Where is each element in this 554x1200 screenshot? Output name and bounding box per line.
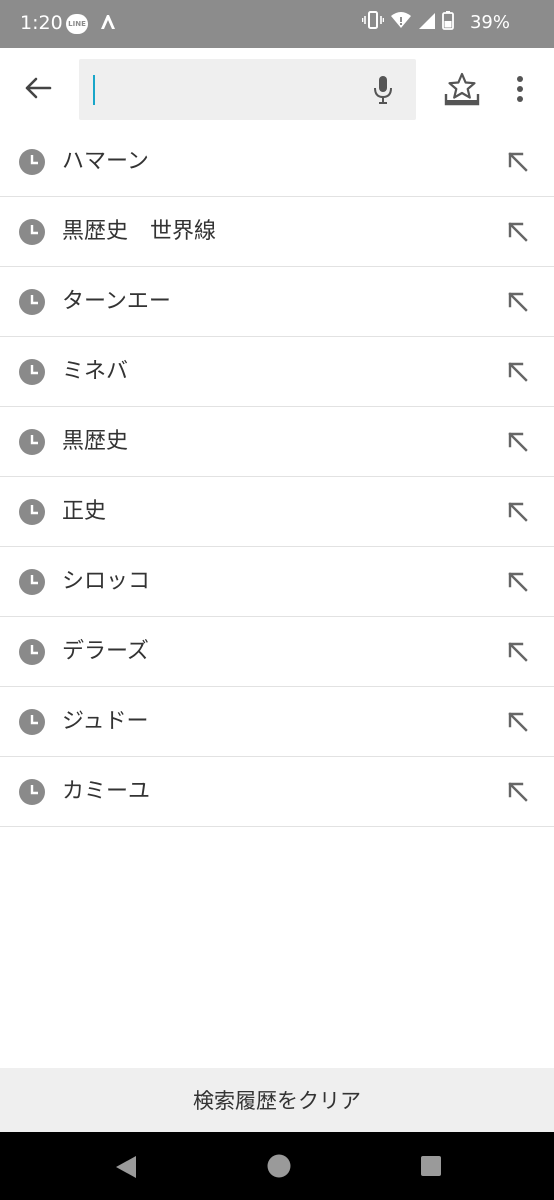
signal-icon — [418, 10, 436, 34]
history-item[interactable]: シロッコ — [0, 547, 554, 617]
clock-icon — [19, 289, 45, 315]
arrow-up-left-icon — [508, 432, 528, 452]
status-notification-icons: LINE — [66, 12, 118, 36]
history-item[interactable]: ミネバ — [0, 337, 554, 407]
history-item-label: 正史 — [62, 499, 107, 524]
clock-icon — [19, 149, 45, 175]
search-toolbar — [0, 48, 554, 126]
app-icon — [98, 12, 118, 36]
history-item-label: カミーユ — [62, 779, 151, 804]
history-item-label: ターンエー — [62, 289, 171, 314]
clock-icon — [19, 219, 45, 245]
nav-back-icon — [116, 1156, 136, 1178]
fill-query-button[interactable] — [502, 286, 534, 318]
clock-icon — [19, 569, 45, 595]
history-item-label: デラーズ — [62, 639, 149, 664]
arrow-up-left-icon — [508, 292, 528, 312]
nav-recents-icon — [421, 1156, 441, 1176]
clock-icon — [19, 359, 45, 385]
search-input[interactable] — [91, 73, 365, 109]
voice-search-button[interactable] — [370, 73, 396, 107]
battery-percent: 39% — [469, 12, 510, 33]
fill-query-button[interactable] — [502, 496, 534, 528]
arrow-up-left-icon — [508, 502, 528, 522]
history-item[interactable]: 黒歴史 — [0, 407, 554, 477]
line-icon: LINE — [66, 14, 88, 34]
history-item-label: ハマーン — [62, 149, 149, 174]
more-options-button[interactable] — [506, 70, 534, 108]
nav-back-button[interactable] — [114, 1154, 138, 1184]
arrow-up-left-icon — [508, 642, 528, 662]
history-item[interactable]: ターンエー — [0, 267, 554, 337]
system-nav-bar — [0, 1132, 554, 1200]
nav-home-button[interactable] — [267, 1154, 291, 1182]
nav-home-icon — [267, 1154, 291, 1178]
vibrate-icon — [361, 10, 385, 34]
clock-icon — [19, 709, 45, 735]
more-vert-icon — [517, 76, 523, 102]
history-item[interactable]: ハマーン — [0, 127, 554, 197]
arrow-up-left-icon — [508, 782, 528, 802]
status-system-icons — [361, 10, 454, 34]
back-button[interactable] — [18, 69, 58, 107]
clock-icon — [19, 499, 45, 525]
back-arrow-icon — [25, 77, 52, 99]
arrow-up-left-icon — [508, 572, 528, 592]
search-box[interactable] — [79, 59, 416, 120]
status-time: 1:20 — [20, 12, 63, 34]
fill-query-button[interactable] — [502, 146, 534, 178]
history-item[interactable]: 正史 — [0, 477, 554, 547]
fill-query-button[interactable] — [502, 356, 534, 388]
clear-history-button[interactable]: 検索履歴をクリア — [0, 1068, 554, 1132]
history-item-label: 黒歴史 — [62, 429, 129, 454]
battery-icon — [442, 10, 454, 34]
history-item-label: ジュドー — [62, 709, 149, 734]
wifi-icon — [390, 10, 412, 34]
mic-icon — [374, 76, 392, 104]
fill-query-button[interactable] — [502, 706, 534, 738]
fill-query-button[interactable] — [502, 636, 534, 668]
fill-query-button[interactable] — [502, 426, 534, 458]
arrow-up-left-icon — [508, 152, 528, 172]
nav-recents-button[interactable] — [420, 1155, 442, 1181]
status-bar: 1:20 LINE 39% — [0, 0, 554, 48]
fill-query-button[interactable] — [502, 566, 534, 598]
clock-icon — [19, 639, 45, 665]
history-item-label: シロッコ — [62, 569, 151, 594]
arrow-up-left-icon — [508, 712, 528, 732]
arrow-up-left-icon — [508, 222, 528, 242]
history-item[interactable]: デラーズ — [0, 617, 554, 687]
arrow-up-left-icon — [508, 362, 528, 382]
clock-icon — [19, 779, 45, 805]
fill-query-button[interactable] — [502, 776, 534, 808]
search-history-list: ハマーン 黒歴史 世界線 ターンエー ミネバ 黒歴史 正史 シロッコ デラーズ — [0, 127, 554, 827]
bookmark-star-icon — [444, 72, 480, 106]
history-item-label: ミネバ — [62, 359, 129, 384]
text-caret — [93, 75, 95, 105]
history-item[interactable]: ジュドー — [0, 687, 554, 757]
history-item-label: 黒歴史 世界線 — [62, 219, 217, 244]
bookmark-button[interactable] — [440, 70, 484, 108]
history-item[interactable]: カミーユ — [0, 757, 554, 827]
history-item[interactable]: 黒歴史 世界線 — [0, 197, 554, 267]
clock-icon — [19, 429, 45, 455]
fill-query-button[interactable] — [502, 216, 534, 248]
